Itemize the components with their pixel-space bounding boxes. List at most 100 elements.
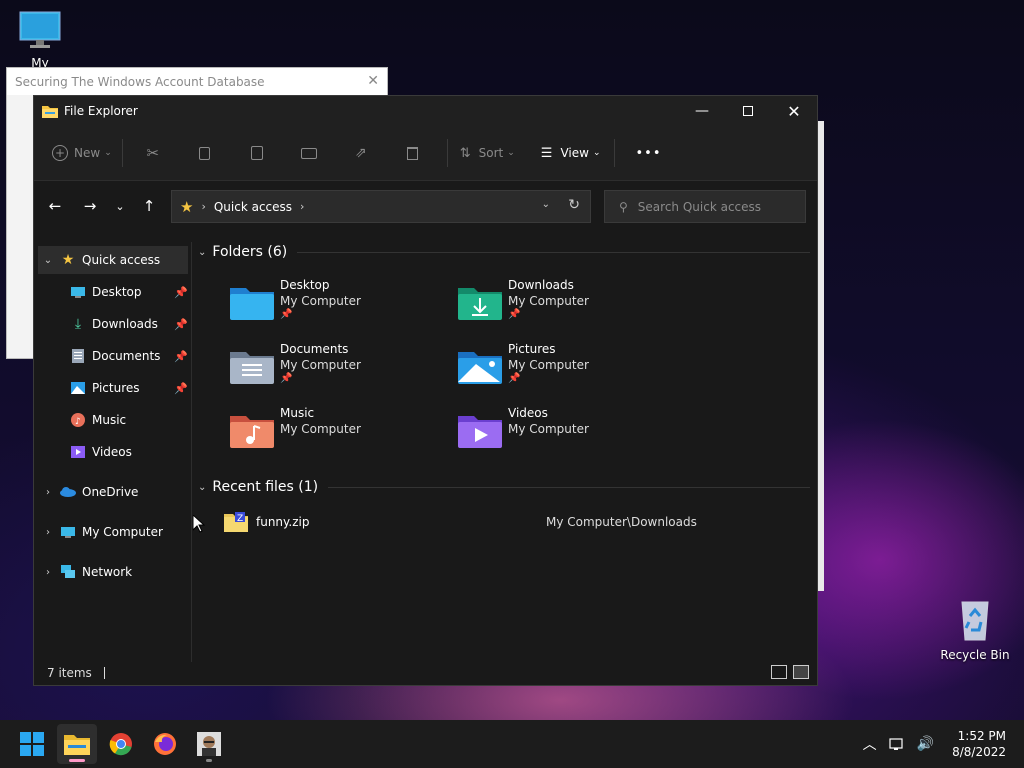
sidebar-item-music[interactable]: ♪ Music <box>68 406 188 434</box>
details-view-icon[interactable] <box>771 665 787 679</box>
sort-button[interactable]: ⇅ Sort ⌄ <box>460 137 515 169</box>
documents-icon <box>68 349 88 363</box>
sidebar-item-quick-access[interactable]: ⌄ ★ Quick access <box>38 246 188 274</box>
folder-tile[interactable]: Downloads My Computer 📌 <box>456 278 676 334</box>
maximize-button[interactable] <box>725 96 771 126</box>
chevron-right-icon[interactable]: › <box>38 527 58 538</box>
pin-icon: 📌 <box>174 285 188 299</box>
firefox-icon <box>154 733 176 755</box>
chevron-right-icon[interactable]: › <box>38 567 58 578</box>
recent-locations-button[interactable]: ⌄ <box>104 190 136 222</box>
copy-button[interactable] <box>181 137 229 169</box>
sidebar-item-onedrive[interactable]: › OneDrive <box>38 478 188 506</box>
background-window-close-icon[interactable]: ✕ <box>367 73 379 89</box>
view-list-icon: ☰ <box>540 145 553 161</box>
desktop-folder-icon <box>230 288 274 320</box>
search-box[interactable]: ⚲ <box>604 190 806 223</box>
view-button[interactable]: ☰ View ⌄ <box>541 137 601 169</box>
folder-tile[interactable]: Documents My Computer 📌 <box>228 342 448 398</box>
address-dropdown-icon[interactable]: ⌄ <box>542 199 550 210</box>
forward-button[interactable]: → <box>74 190 106 222</box>
folder-tile[interactable]: Music My Computer <box>228 406 448 462</box>
status-bar: 7 items <box>34 661 817 685</box>
rename-button[interactable] <box>285 137 333 169</box>
toolbar-separator <box>614 139 616 167</box>
network-icon[interactable] <box>889 737 905 751</box>
title-bar[interactable]: File Explorer — ✕ <box>34 96 817 126</box>
clock[interactable]: 1:52 PM 8/8/2022 <box>952 728 1006 760</box>
system-tray: ︿ 🔊 1:52 PM 8/8/2022 <box>857 720 1024 768</box>
up-button[interactable]: ↑ <box>133 190 165 222</box>
sort-icon: ⇅ <box>459 145 471 161</box>
star-icon: ★ <box>180 197 194 216</box>
file-explorer-window[interactable]: File Explorer — ✕ + New ⌄ ✂ ⇗ ⇅ Sort ⌄ ☰… <box>33 95 818 686</box>
sidebar-item-my-computer[interactable]: › My Computer <box>38 518 188 546</box>
tiles-view-icon[interactable] <box>793 665 809 679</box>
clock-date: 8/8/2022 <box>952 745 1006 759</box>
svg-text:♪: ♪ <box>75 417 81 427</box>
volume-icon[interactable]: 🔊 <box>917 736 934 752</box>
taskbar-file-explorer[interactable] <box>57 724 97 764</box>
arrow-up-icon: ↑ <box>142 197 156 215</box>
breadcrumb-chevron-icon: › <box>300 200 305 213</box>
back-button[interactable]: ← <box>39 190 71 222</box>
pin-icon: 📌 <box>174 381 188 395</box>
desktop-recycle-bin[interactable]: Recycle Bin <box>935 598 1015 662</box>
copy-icon <box>199 146 211 160</box>
sidebar-item-pictures[interactable]: Pictures 📌 <box>68 374 188 402</box>
search-input[interactable] <box>637 199 788 214</box>
address-bar[interactable]: ★ › Quick access › ⌄ ↻ <box>171 190 591 223</box>
folder-tile[interactable]: Pictures My Computer 📌 <box>456 342 676 398</box>
chevron-down-icon[interactable]: ⌄ <box>198 482 206 493</box>
sidebar-item-downloads[interactable]: ⤓ Downloads 📌 <box>68 310 188 338</box>
view-label: View <box>560 146 589 160</box>
search-icon: ⚲ <box>619 199 628 214</box>
chevron-down-icon[interactable]: ⌄ <box>38 255 58 266</box>
clock-time: 1:52 PM <box>957 729 1006 743</box>
recent-file-row[interactable]: Z funny.zip My Computer\Downloads <box>224 510 804 534</box>
cut-button[interactable]: ✂ <box>129 137 177 169</box>
sidebar-item-network[interactable]: › Network <box>38 558 188 586</box>
delete-button[interactable] <box>389 137 437 169</box>
folder-tile[interactable]: Desktop My Computer 📌 <box>228 278 448 334</box>
taskbar-chrome[interactable] <box>101 724 141 764</box>
music-folder-icon <box>230 416 274 448</box>
breadcrumb-quick-access[interactable]: Quick access <box>214 200 292 214</box>
sidebar-item-desktop[interactable]: Desktop 📌 <box>68 278 188 306</box>
folder-icon <box>42 104 58 118</box>
chevron-up-icon[interactable]: ︿ <box>863 734 877 754</box>
paste-button[interactable] <box>233 137 281 169</box>
chevron-down-icon[interactable]: ⌄ <box>198 247 206 258</box>
toolbar-separator <box>446 139 448 167</box>
sidebar-item-documents[interactable]: Documents 📌 <box>68 342 188 370</box>
start-button[interactable] <box>12 724 52 764</box>
active-indicator <box>69 759 85 762</box>
section-divider <box>297 251 810 253</box>
sidebar-item-videos[interactable]: Videos <box>68 438 188 466</box>
breadcrumb-chevron-icon: › <box>201 200 206 213</box>
refresh-icon[interactable]: ↻ <box>568 197 580 213</box>
chevron-right-icon[interactable]: › <box>38 487 58 498</box>
chrome-icon <box>109 733 132 756</box>
share-button[interactable]: ⇗ <box>337 137 385 169</box>
window-title: File Explorer <box>64 104 138 118</box>
clipboard-icon <box>250 146 263 160</box>
taskbar-firefox[interactable] <box>145 724 185 764</box>
folder-tile[interactable]: Videos My Computer <box>456 406 676 462</box>
zip-file-icon: Z <box>224 512 248 532</box>
minimize-button[interactable]: — <box>679 96 725 126</box>
rename-icon <box>300 147 317 159</box>
more-options-button[interactable]: ••• <box>635 137 661 169</box>
svg-text:Z: Z <box>237 514 243 524</box>
share-icon: ⇗ <box>354 145 367 161</box>
pictures-icon <box>68 382 88 394</box>
taskbar: ︿ 🔊 1:52 PM 8/8/2022 <box>0 720 1024 768</box>
desktop-recycle-bin-label: Recycle Bin <box>940 648 1010 662</box>
scissors-icon: ✂ <box>146 144 160 162</box>
folders-section-header[interactable]: ⌄ Folders (6) <box>198 244 810 260</box>
taskbar-user-app[interactable] <box>189 724 229 764</box>
recent-files-section-header[interactable]: ⌄ Recent files (1) <box>198 479 810 495</box>
pin-icon: 📌 <box>280 309 293 320</box>
new-button[interactable]: + New ⌄ <box>52 137 112 169</box>
close-button[interactable]: ✕ <box>771 96 817 126</box>
